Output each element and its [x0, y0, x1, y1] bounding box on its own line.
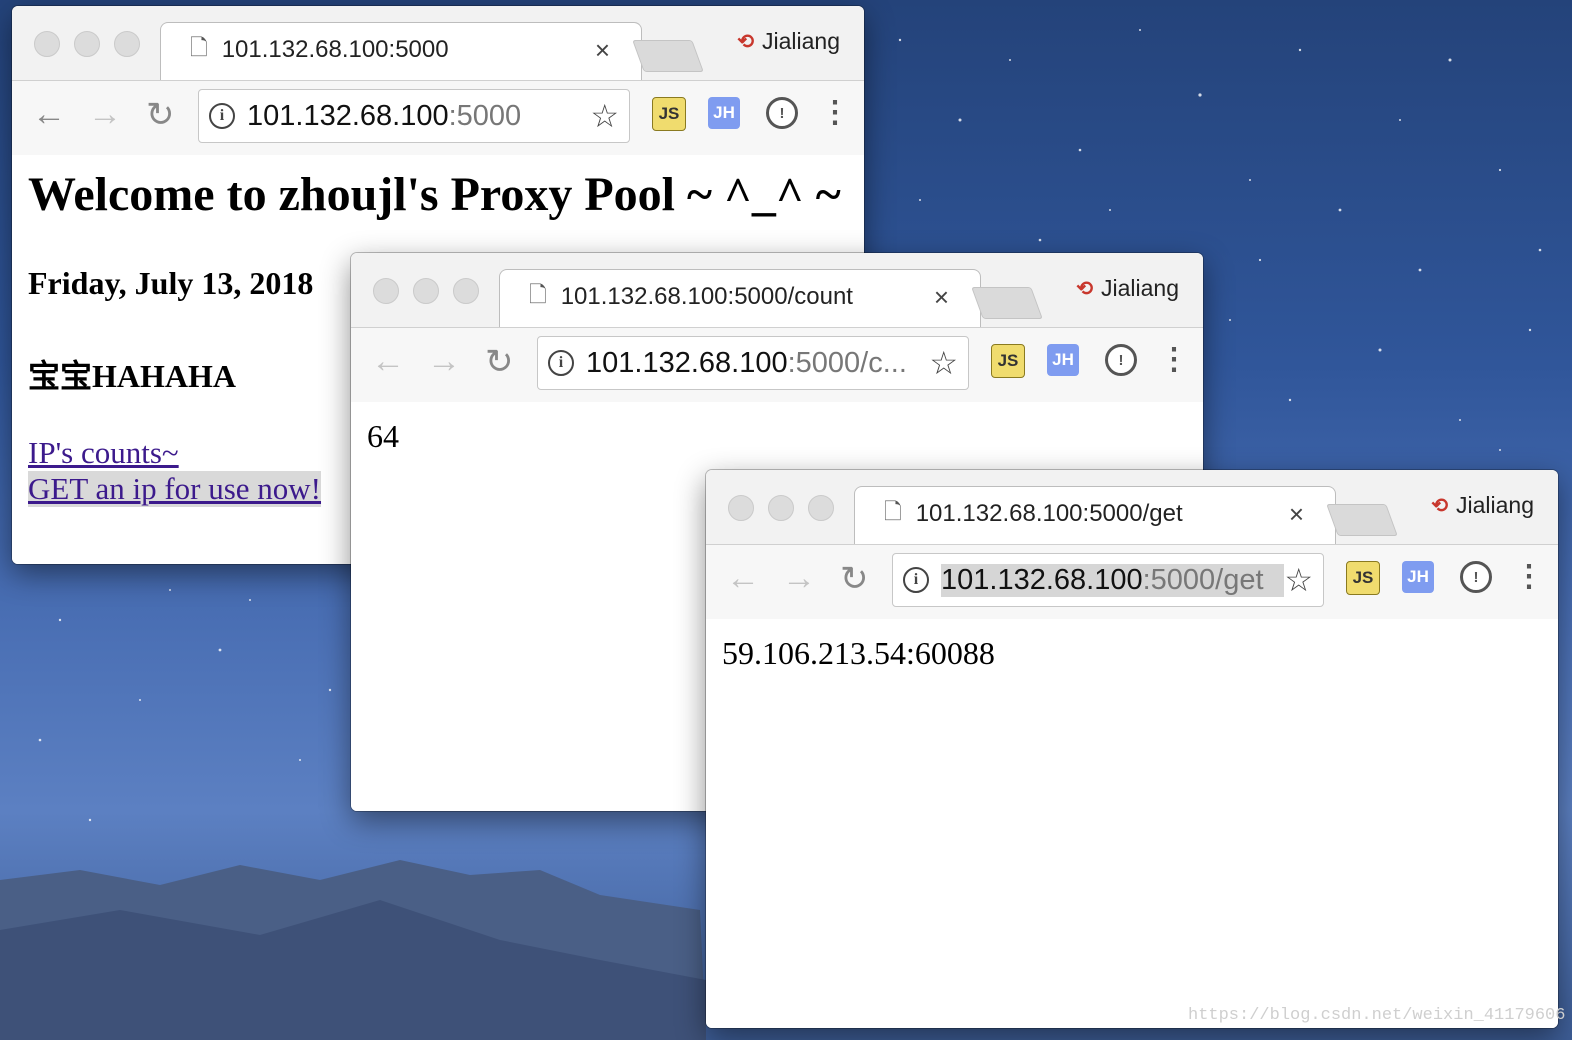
password-extension-icon[interactable]: ! — [766, 97, 798, 129]
profile-button[interactable]: ⟲ Jialiang — [737, 28, 840, 55]
toolbar: ← → ↻ i 101.132.68.100:5000 ☆ JS JH ! ⋮ — [12, 80, 864, 156]
page-heading: Welcome to zhoujl's Proxy Pool ~ ^_^ ~ — [28, 168, 841, 221]
profile-name: Jialiang — [1456, 492, 1534, 518]
page-content: 59.106.213.54:60088 — [706, 619, 1558, 1028]
profile-button[interactable]: ⟲ Jialiang — [1076, 275, 1179, 302]
info-icon[interactable]: i — [903, 567, 929, 593]
toolbar: ← → ↻ i 101.132.68.100:5000/get ☆ JS JH … — [706, 544, 1558, 620]
get-ip-link[interactable]: GET an ip for use now! — [28, 471, 322, 507]
date-text: Friday, July 13, 2018 — [28, 265, 314, 301]
minimize-dot[interactable] — [413, 278, 439, 304]
menu-icon[interactable]: ⋮ — [1514, 559, 1544, 594]
new-tab-button[interactable] — [632, 40, 704, 72]
new-tab-button[interactable] — [1326, 504, 1398, 536]
traffic-lights[interactable] — [728, 495, 834, 521]
address-bar[interactable]: i 101.132.68.100:5000/get ☆ — [892, 553, 1324, 607]
title-bar: 🗋 101.132.68.100:5000 × ⟲ Jialiang — [12, 6, 864, 81]
active-tab-content[interactable]: 🗋 101.132.68.100:5000 × — [190, 24, 610, 76]
forward-icon[interactable]: → — [427, 342, 461, 381]
reload-icon[interactable]: ↻ — [146, 95, 175, 135]
jh-extension-icon[interactable]: JH — [708, 97, 740, 129]
jh-extension-icon[interactable]: JH — [1402, 561, 1434, 593]
back-icon[interactable]: ← — [32, 95, 66, 134]
forward-icon[interactable]: → — [88, 95, 122, 134]
back-icon[interactable]: ← — [726, 559, 760, 598]
title-bar: 🗋 101.132.68.100:5000/get × ⟲ Jialiang — [706, 470, 1558, 545]
browser-window-get: 🗋 101.132.68.100:5000/get × ⟲ Jialiang ←… — [706, 470, 1558, 1028]
url-text[interactable]: 101.132.68.100:5000/c... — [586, 347, 929, 380]
address-bar[interactable]: i 101.132.68.100:5000 ☆ — [198, 89, 630, 143]
bookmark-star-icon[interactable]: ☆ — [929, 344, 958, 382]
back-icon[interactable]: ← — [371, 342, 405, 381]
tab-title: 101.132.68.100:5000/count — [560, 283, 853, 310]
tab-close-icon[interactable]: × — [934, 282, 949, 313]
ip-value: 59.106.213.54:60088 — [722, 635, 995, 671]
profile-icon: ⟲ — [737, 31, 754, 53]
forward-icon[interactable]: → — [782, 559, 816, 598]
page-icon: 🗋 — [884, 499, 902, 524]
tab-close-icon[interactable]: × — [1289, 499, 1304, 530]
profile-name: Jialiang — [1101, 275, 1179, 301]
toolbar: ← → ↻ i 101.132.68.100:5000/c... ☆ JS JH… — [351, 327, 1203, 403]
close-dot[interactable] — [373, 278, 399, 304]
menu-icon[interactable]: ⋮ — [1159, 342, 1189, 377]
js-extension-icon[interactable]: JS — [1346, 561, 1380, 595]
profile-icon: ⟲ — [1076, 278, 1093, 300]
js-extension-icon[interactable]: JS — [991, 344, 1025, 378]
tab-close-icon[interactable]: × — [595, 35, 610, 66]
url-text[interactable]: 101.132.68.100:5000 — [247, 100, 590, 133]
minimize-dot[interactable] — [74, 31, 100, 57]
tab-title: 101.132.68.100:5000/get — [915, 500, 1183, 527]
profile-name: Jialiang — [762, 28, 840, 54]
reload-icon[interactable]: ↻ — [840, 559, 869, 599]
profile-button[interactable]: ⟲ Jialiang — [1431, 492, 1534, 519]
new-tab-button[interactable] — [971, 287, 1043, 319]
reload-icon[interactable]: ↻ — [485, 342, 514, 382]
url-text[interactable]: 101.132.68.100:5000/get — [941, 563, 1285, 597]
greeting-text: 宝宝HAHAHA — [28, 358, 237, 394]
page-icon: 🗋 — [190, 35, 208, 60]
active-tab-content[interactable]: 🗋 101.132.68.100:5000/get × — [884, 488, 1304, 540]
password-extension-icon[interactable]: ! — [1460, 561, 1492, 593]
title-bar: 🗋 101.132.68.100:5000/count × ⟲ Jialiang — [351, 253, 1203, 328]
active-tab-content[interactable]: 🗋 101.132.68.100:5000/count × — [529, 271, 949, 323]
close-dot[interactable] — [34, 31, 60, 57]
bookmark-star-icon[interactable]: ☆ — [1284, 561, 1313, 599]
traffic-lights[interactable] — [373, 278, 479, 304]
menu-icon[interactable]: ⋮ — [820, 95, 850, 130]
bookmark-star-icon[interactable]: ☆ — [590, 97, 619, 135]
count-value: 64 — [367, 418, 399, 454]
jh-extension-icon[interactable]: JH — [1047, 344, 1079, 376]
info-icon[interactable]: i — [548, 350, 574, 376]
close-dot[interactable] — [728, 495, 754, 521]
traffic-lights[interactable] — [34, 31, 140, 57]
tab-title: 101.132.68.100:5000 — [221, 36, 449, 63]
minimize-dot[interactable] — [768, 495, 794, 521]
info-icon[interactable]: i — [209, 103, 235, 129]
zoom-dot[interactable] — [808, 495, 834, 521]
ip-counts-link[interactable]: IP's counts~ — [28, 435, 179, 471]
watermark: https://blog.csdn.net/weixin_41179606 — [1188, 1006, 1566, 1025]
profile-icon: ⟲ — [1431, 495, 1448, 517]
zoom-dot[interactable] — [114, 31, 140, 57]
password-extension-icon[interactable]: ! — [1105, 344, 1137, 376]
zoom-dot[interactable] — [453, 278, 479, 304]
address-bar[interactable]: i 101.132.68.100:5000/c... ☆ — [537, 336, 969, 390]
js-extension-icon[interactable]: JS — [652, 97, 686, 131]
page-icon: 🗋 — [529, 282, 547, 307]
